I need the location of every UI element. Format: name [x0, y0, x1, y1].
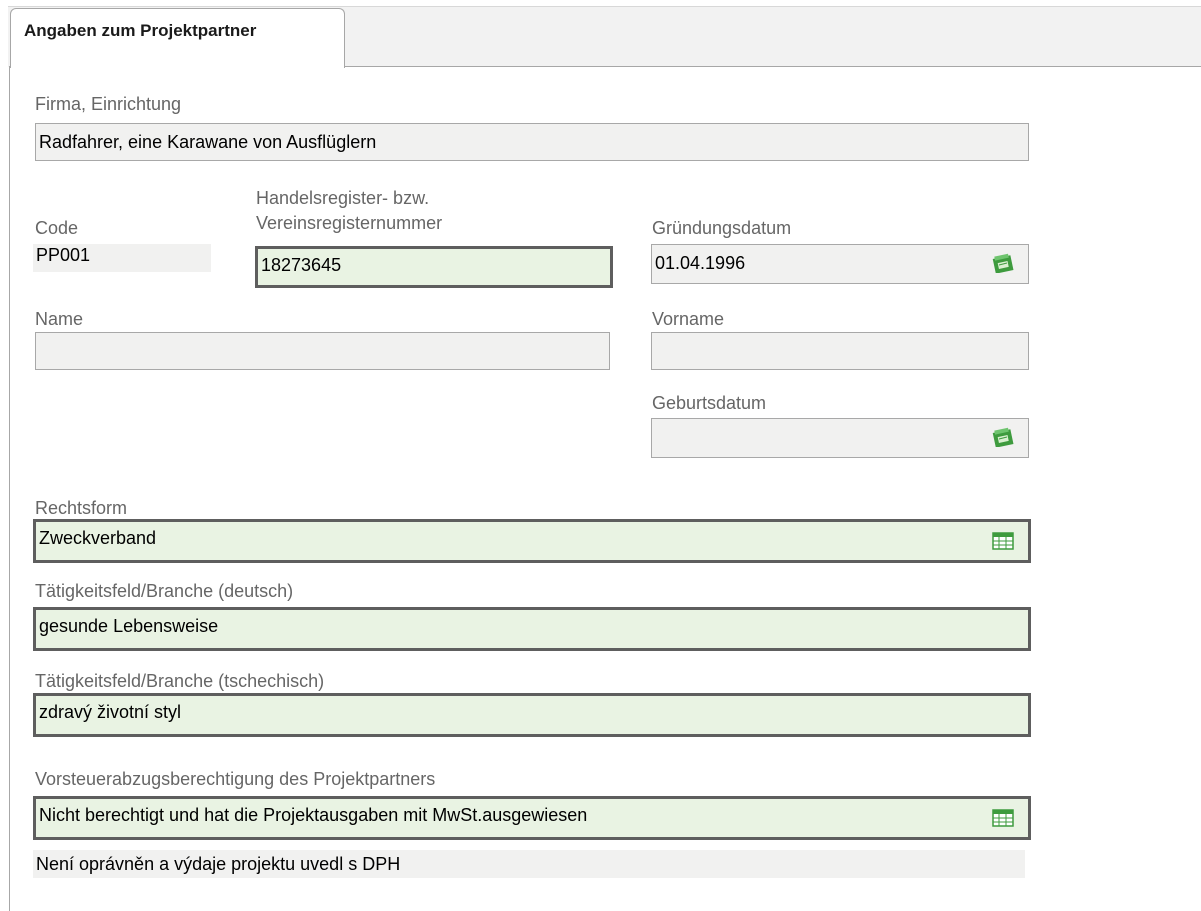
- geburtsdatum-field[interactable]: [651, 418, 1029, 458]
- vorsteuer-select[interactable]: Nicht berechtigt und hat die Projektausg…: [33, 796, 1031, 840]
- rechtsform-label: Rechtsform: [35, 498, 128, 518]
- taetigkeit-cz-label: Tätigkeitsfeld/Branche (tschechisch): [35, 671, 325, 691]
- name-label: Name: [35, 309, 84, 329]
- vorsteuer-translation: Není oprávněn a výdaje projektu uvedl s …: [33, 850, 1025, 878]
- name-field[interactable]: [35, 332, 610, 370]
- geburtsdatum-label: Geburtsdatum: [652, 393, 767, 413]
- firma-label: Firma, Einrichtung: [35, 94, 182, 114]
- vorname-label: Vorname: [652, 309, 725, 329]
- tab-angaben-zum-projektpartner[interactable]: Angaben zum Projektpartner: [10, 8, 345, 68]
- tab-divider: [344, 66, 1201, 67]
- handelsregister-label-line1: Handelsregister- bzw.: [256, 188, 430, 208]
- gruendungsdatum-label: Gründungsdatum: [652, 218, 792, 238]
- content-border: [9, 66, 10, 911]
- calendar-icon[interactable]: [992, 253, 1014, 273]
- tab-label: Angaben zum Projektpartner: [24, 21, 257, 40]
- firma-field[interactable]: Radfahrer, eine Karawane von Ausflüglern: [35, 123, 1029, 161]
- code-value: PP001: [33, 244, 211, 272]
- calendar-icon[interactable]: [992, 427, 1014, 447]
- taetigkeit-cz-input[interactable]: zdravý životní styl: [33, 693, 1031, 737]
- taetigkeit-de-label: Tätigkeitsfeld/Branche (deutsch): [35, 581, 294, 601]
- vorsteuer-label: Vorsteuerabzugsberechtigung des Projektp…: [35, 769, 436, 789]
- taetigkeit-de-input[interactable]: gesunde Lebensweise: [33, 607, 1031, 651]
- list-picker-icon[interactable]: [992, 808, 1014, 828]
- handelsregister-input[interactable]: 18273645: [255, 246, 613, 288]
- handelsregister-label-line2: Vereinsregisternummer: [256, 213, 443, 233]
- list-picker-icon[interactable]: [992, 531, 1014, 551]
- vorname-field[interactable]: [651, 332, 1029, 370]
- rechtsform-select[interactable]: Zweckverband: [33, 519, 1031, 563]
- gruendungsdatum-field[interactable]: 01.04.1996: [651, 244, 1029, 284]
- code-label: Code: [35, 218, 79, 238]
